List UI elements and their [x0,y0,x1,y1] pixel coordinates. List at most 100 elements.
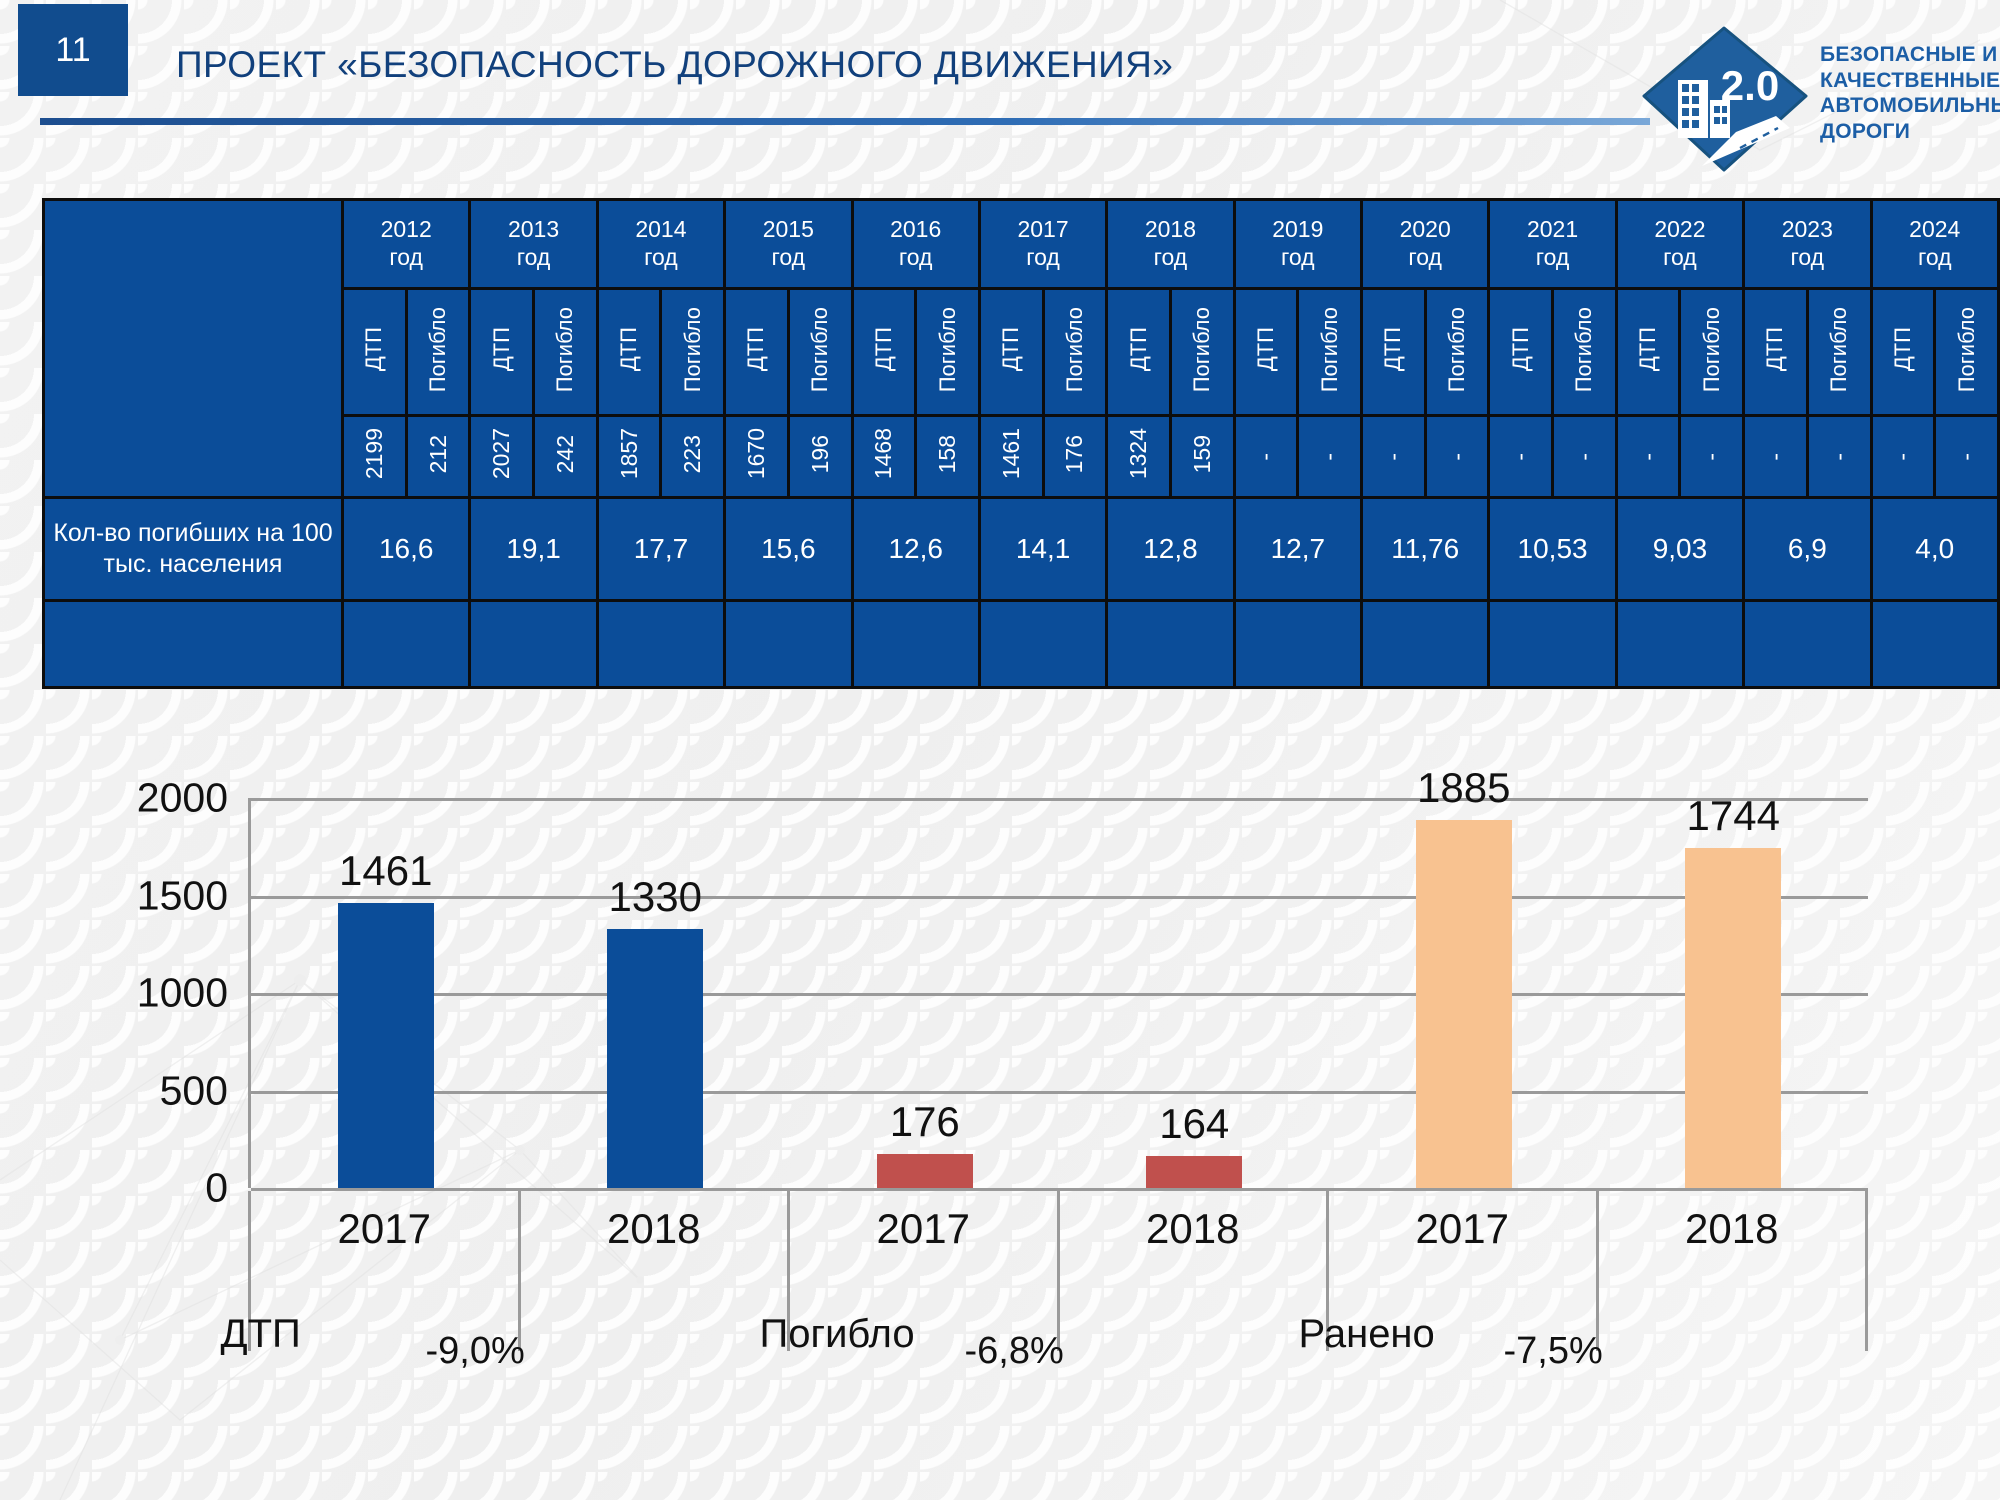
chart-bars: 1461 1330 176 164 1885 1744 [251,764,1869,1188]
table-year-header: 2016 год [850,198,981,290]
table-subheader-pogiblo: Погибло [1678,287,1746,417]
table-row-label: Кол-во погибших на 100 тыс. населения [42,496,344,602]
table-subheader-dtp: ДТП [1487,287,1555,417]
table-per100k-cell: 12,8 [1105,496,1236,602]
table-subheader-pogiblo: Погибло [1805,287,1873,417]
chart-bar-value-label: 1461 [339,847,433,895]
chart-bar-slot: 176 [790,798,1060,1188]
table-per100k-cell: 6,9 [1742,496,1873,602]
table-value-cell: 2027 [468,414,536,499]
table-subheader-pogiblo: Погибло [532,287,599,417]
svg-text:2.0: 2.0 [1721,62,1779,109]
chart-category-label: 2018 [1685,1205,1779,1252]
table-subheader-pogiblo: Погибло [1168,287,1236,417]
table-value-cell: 1468 [850,414,918,499]
table-per100k-cell: 17,7 [595,496,727,602]
chart-group-percent: -7,5% [1503,1330,1603,1372]
table-value-cell: 1857 [595,414,663,499]
table-spacer-cell [1232,599,1364,689]
chart-bar-value-label: 1744 [1686,791,1780,839]
chart-bar-slot: 1461 [251,798,521,1188]
table-value-cell: 158 [914,414,981,499]
table-value-cell: - [1487,414,1555,499]
statistics-table-wrapper: 2012 год 2013 год 2014 год 2015 год 2016 год 2017 г… [42,198,2000,689]
table-year-header: 2012 год [340,198,472,290]
chart-category-cell: 2018 Ранено -7,5% [1299,1191,1868,1372]
logo-text-line-3: АВТОМОБИЛЬНЫЕ [1820,94,2000,118]
table-value-cell: 159 [1168,414,1236,499]
table-year-header: 2020 год [1359,198,1491,290]
table-subheader-pogiblo: Погибло [1041,287,1109,417]
table-value-cell: 1670 [723,414,790,499]
chart-bar: 1330 [607,873,704,1188]
table-value-cell: - [1933,414,2000,499]
logo: 2.0 БЕЗОПАСНЫЕ И КАЧЕСТВЕННЫЕ АВТОМОБИЛЬ… [1640,18,2000,178]
table-subheader-dtp: ДТП [1742,287,1809,417]
chart-group-percent: -9,0% [425,1330,525,1372]
table-subheader-dtp: ДТП [1360,287,1427,417]
table-per100k-cell: 4,0 [1869,496,2000,602]
logo-text: БЕЗОПАСНЫЕ И КАЧЕСТВЕННЫЕ АВТОМОБИЛЬНЫЕ … [1820,42,2000,144]
table-subheader-pogiblo: Погибло [404,287,472,417]
table-subheader-dtp: ДТП [723,287,790,417]
table-subheader-dtp: ДТП [1869,287,1937,417]
table-subheader-dtp: ДТП [850,287,918,417]
chart-category-label: 2017 [337,1205,431,1252]
table-value-cell: - [1423,414,1491,499]
table-spacer-cell [850,599,981,689]
table-spacer-cell [42,599,344,689]
table-spacer-cell [723,599,854,689]
chart-category-cell: 2018 Погибло -6,8% [760,1191,1329,1372]
table-value-cell: - [1805,414,1873,499]
page-title: ПРОЕКТ «БЕЗОПАСНОСТЬ ДОРОЖНОГО ДВИЖЕНИЯ» [176,44,1174,85]
table-row-years: 2012 год 2013 год 2014 год 2015 год 2016 год 2017 г… [42,198,2000,499]
logo-text-line-4: ДОРОГИ [1820,119,1911,143]
table-value-cell: 1324 [1105,414,1172,499]
table-value-cell: - [1678,414,1746,499]
chart-bar-slot: 1744 [1599,792,1869,1188]
table-value-cell: 1461 [977,414,1045,499]
table-value-cell: - [1742,414,1809,499]
chart-category-cell: 2018 ДТП -9,0% [221,1191,790,1372]
table-subheader-pogiblo: Погибло [1423,287,1491,417]
table-spacer-cell [340,599,472,689]
table-subheader-dtp: ДТП [1232,287,1300,417]
table-subheader-dtp: ДТП [977,287,1045,417]
statistics-table: 2012 год 2013 год 2014 год 2015 год 2016 год 2017 г… [42,198,2000,689]
chart-bar: 1885 [1415,764,1512,1188]
table-value-cell: 223 [659,414,727,499]
table-spacer-cell [1614,599,1746,689]
table-subheader-pogiblo: Погибло [1933,287,2000,417]
chart-y-tick-label: 0 [205,1164,228,1211]
table-value-cell: 242 [532,414,599,499]
logo-text-line-2: КАЧЕСТВЕННЫЕ [1820,68,2000,92]
bkad-road-logo-icon: 2.0 [1642,26,1808,172]
chart-group-name: ДТП [220,1312,301,1356]
table-value-cell: - [1232,414,1300,499]
table-subheader-pogiblo: Погибло [1296,287,1363,417]
bar-chart: 2000 1500 1000 500 0 1461 1330 176 164 1885 1744 … [78,764,1958,1372]
chart-bar: 164 [1146,1100,1243,1188]
table-row-spacer [42,599,2000,689]
table-spacer-cell [977,599,1109,689]
chart-group-name: Ранено [1298,1312,1435,1356]
logo-text-line-1: БЕЗОПАСНЫЕ И [1820,43,1998,66]
chart-bar-value-label: 1885 [1417,764,1511,812]
chart-bar: 1461 [337,847,434,1188]
chart-bar-value-label: 1330 [608,872,702,920]
chart-bar-slot: 164 [1060,798,1330,1188]
chart-plot-area: 1461 1330 176 164 1885 1744 [248,764,1869,1191]
chart-category-label: 2018 [1146,1205,1240,1252]
chart-group-name: Погибло [759,1312,915,1356]
chart-category-axis: 2017 2018 ДТП -9,0% 2017 2018 Погибло -6,8% 2017… [221,1191,1868,1372]
table-year-header: 2023 год [1742,198,1873,290]
chart-y-tick-label: 1000 [136,969,228,1016]
table-per100k-cell: 10,53 [1487,496,1618,602]
table-value-cell: - [1296,414,1363,499]
chart-bar: 176 [876,1098,973,1188]
table-subheader-dtp: ДТП [1105,287,1172,417]
chart-bar-value-label: 164 [1159,1100,1230,1148]
table-value-cell: - [1614,414,1682,499]
table-year-header: 2015 год [723,198,854,290]
chart-bar: 1744 [1685,792,1782,1188]
